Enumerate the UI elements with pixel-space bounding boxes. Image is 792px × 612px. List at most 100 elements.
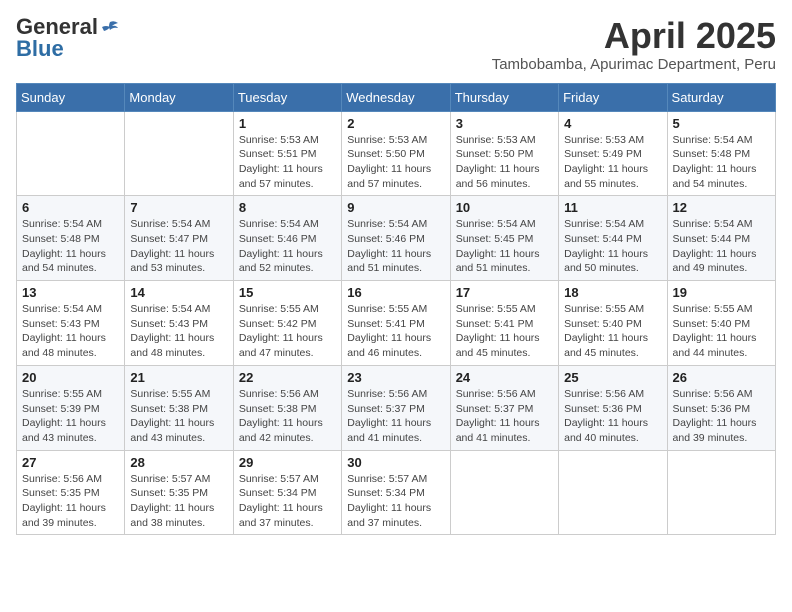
calendar-cell: 18 Sunrise: 5:55 AM Sunset: 5:40 PM Dayli… (559, 281, 667, 366)
calendar-cell: 4 Sunrise: 5:53 AM Sunset: 5:49 PM Daylig… (559, 111, 667, 196)
header: General Blue April 2025 Tambobamba, Apur… (16, 16, 776, 73)
day-info: Sunrise: 5:54 AM Sunset: 5:46 PM Dayligh… (347, 217, 444, 276)
location-title: Tambobamba, Apurimac Department, Peru (492, 56, 776, 73)
calendar-cell: 25Sunrise: 5:56 AM Sunset: 5:36 PM Dayli… (559, 365, 667, 450)
month-title: April 2025 (492, 16, 776, 56)
calendar-cell: 1 Sunrise: 5:53 AM Sunset: 5:51 PM Daylig… (233, 111, 341, 196)
day-info: Sunrise: 5:54 AM Sunset: 5:47 PM Dayligh… (130, 217, 227, 276)
day-info: Sunrise: 5:57 AM Sunset: 5:34 PM Dayligh… (239, 472, 336, 531)
calendar-week-row: 27 Sunrise: 5:56 AM Sunset: 5:35 PM Dayli… (17, 450, 776, 535)
day-number: 10 (456, 200, 553, 215)
day-number: 11 (564, 200, 661, 215)
calendar-week-row: 6 Sunrise: 5:54 AM Sunset: 5:48 PM Daylig… (17, 196, 776, 281)
day-info: Sunrise: 5:56 AM Sunset: 5:37 PM Dayligh… (347, 387, 444, 446)
day-number: 9 (347, 200, 444, 215)
day-number: 17 (456, 285, 553, 300)
day-info: Sunrise: 5:56 AM Sunset: 5:36 PM Dayligh… (673, 387, 770, 446)
day-number: 8 (239, 200, 336, 215)
day-number: 4 (564, 116, 661, 131)
calendar-header-saturday: Saturday (667, 83, 775, 111)
title-block: April 2025 Tambobamba, Apurimac Departme… (492, 16, 776, 73)
day-info: Sunrise: 5:56 AM Sunset: 5:37 PM Dayligh… (456, 387, 553, 446)
calendar-cell: 6 Sunrise: 5:54 AM Sunset: 5:48 PM Daylig… (17, 196, 125, 281)
day-number: 1 (239, 116, 336, 131)
day-number: 30 (347, 455, 444, 470)
day-info: Sunrise: 5:55 AM Sunset: 5:42 PM Dayligh… (239, 302, 336, 361)
calendar-cell: 30 Sunrise: 5:57 AM Sunset: 5:34 PM Dayli… (342, 450, 450, 535)
day-info: Sunrise: 5:53 AM Sunset: 5:50 PM Dayligh… (347, 133, 444, 192)
day-info: Sunrise: 5:54 AM Sunset: 5:48 PM Dayligh… (673, 133, 770, 192)
logo-bird-icon (100, 20, 118, 34)
day-info: Sunrise: 5:53 AM Sunset: 5:51 PM Dayligh… (239, 133, 336, 192)
calendar-cell (559, 450, 667, 535)
day-info: Sunrise: 5:57 AM Sunset: 5:35 PM Dayligh… (130, 472, 227, 531)
calendar-cell: 28Sunrise: 5:57 AM Sunset: 5:35 PM Dayli… (125, 450, 233, 535)
calendar-header-monday: Monday (125, 83, 233, 111)
calendar-cell: 17 Sunrise: 5:55 AM Sunset: 5:41 PM Dayli… (450, 281, 558, 366)
day-number: 25 (564, 370, 661, 385)
calendar-cell: 5 Sunrise: 5:54 AM Sunset: 5:48 PM Daylig… (667, 111, 775, 196)
day-info: Sunrise: 5:55 AM Sunset: 5:41 PM Dayligh… (347, 302, 444, 361)
day-info: Sunrise: 5:54 AM Sunset: 5:43 PM Dayligh… (22, 302, 119, 361)
calendar-header-friday: Friday (559, 83, 667, 111)
calendar-week-row: 1 Sunrise: 5:53 AM Sunset: 5:51 PM Daylig… (17, 111, 776, 196)
calendar-cell: 3 Sunrise: 5:53 AM Sunset: 5:50 PM Daylig… (450, 111, 558, 196)
day-number: 2 (347, 116, 444, 131)
calendar-header-thursday: Thursday (450, 83, 558, 111)
day-info: Sunrise: 5:53 AM Sunset: 5:50 PM Dayligh… (456, 133, 553, 192)
day-info: Sunrise: 5:55 AM Sunset: 5:39 PM Dayligh… (22, 387, 119, 446)
day-number: 7 (130, 200, 227, 215)
logo-general-text: General (16, 16, 98, 38)
calendar-cell: 2 Sunrise: 5:53 AM Sunset: 5:50 PM Daylig… (342, 111, 450, 196)
calendar-cell: 24 Sunrise: 5:56 AM Sunset: 5:37 PM Dayli… (450, 365, 558, 450)
day-number: 26 (673, 370, 770, 385)
day-number: 27 (22, 455, 119, 470)
day-info: Sunrise: 5:54 AM Sunset: 5:46 PM Dayligh… (239, 217, 336, 276)
day-number: 15 (239, 285, 336, 300)
day-number: 13 (22, 285, 119, 300)
calendar-cell: 11 Sunrise: 5:54 AM Sunset: 5:44 PM Dayli… (559, 196, 667, 281)
day-info: Sunrise: 5:54 AM Sunset: 5:43 PM Dayligh… (130, 302, 227, 361)
calendar-cell (450, 450, 558, 535)
calendar-cell: 8 Sunrise: 5:54 AM Sunset: 5:46 PM Daylig… (233, 196, 341, 281)
day-number: 3 (456, 116, 553, 131)
day-number: 29 (239, 455, 336, 470)
calendar-cell: 26 Sunrise: 5:56 AM Sunset: 5:36 PM Dayli… (667, 365, 775, 450)
calendar-cell: 15 Sunrise: 5:55 AM Sunset: 5:42 PM Dayli… (233, 281, 341, 366)
day-number: 6 (22, 200, 119, 215)
logo-blue-text: Blue (16, 38, 64, 60)
day-number: 23 (347, 370, 444, 385)
day-number: 14 (130, 285, 227, 300)
calendar-cell: 9 Sunrise: 5:54 AM Sunset: 5:46 PM Daylig… (342, 196, 450, 281)
day-info: Sunrise: 5:55 AM Sunset: 5:38 PM Dayligh… (130, 387, 227, 446)
calendar: SundayMondayTuesdayWednesdayThursdayFrid… (16, 83, 776, 536)
day-number: 20 (22, 370, 119, 385)
day-number: 21 (130, 370, 227, 385)
calendar-cell: 16 Sunrise: 5:55 AM Sunset: 5:41 PM Dayli… (342, 281, 450, 366)
day-info: Sunrise: 5:55 AM Sunset: 5:40 PM Dayligh… (673, 302, 770, 361)
calendar-cell: 21 Sunrise: 5:55 AM Sunset: 5:38 PM Dayli… (125, 365, 233, 450)
day-info: Sunrise: 5:54 AM Sunset: 5:48 PM Dayligh… (22, 217, 119, 276)
day-info: Sunrise: 5:55 AM Sunset: 5:41 PM Dayligh… (456, 302, 553, 361)
day-number: 24 (456, 370, 553, 385)
day-number: 12 (673, 200, 770, 215)
calendar-cell: 10 Sunrise: 5:54 AM Sunset: 5:45 PM Dayli… (450, 196, 558, 281)
calendar-cell: 22 Sunrise: 5:56 AM Sunset: 5:38 PM Dayli… (233, 365, 341, 450)
day-info: Sunrise: 5:54 AM Sunset: 5:44 PM Dayligh… (564, 217, 661, 276)
day-info: Sunrise: 5:56 AM Sunset: 5:38 PM Dayligh… (239, 387, 336, 446)
day-number: 5 (673, 116, 770, 131)
calendar-header-sunday: Sunday (17, 83, 125, 111)
day-number: 16 (347, 285, 444, 300)
day-info: Sunrise: 5:57 AM Sunset: 5:34 PM Dayligh… (347, 472, 444, 531)
calendar-header-wednesday: Wednesday (342, 83, 450, 111)
day-info: Sunrise: 5:54 AM Sunset: 5:45 PM Dayligh… (456, 217, 553, 276)
calendar-cell (125, 111, 233, 196)
calendar-cell: 23 Sunrise: 5:56 AM Sunset: 5:37 PM Dayli… (342, 365, 450, 450)
day-info: Sunrise: 5:53 AM Sunset: 5:49 PM Dayligh… (564, 133, 661, 192)
calendar-cell: 27 Sunrise: 5:56 AM Sunset: 5:35 PM Dayli… (17, 450, 125, 535)
calendar-cell: 12Sunrise: 5:54 AM Sunset: 5:44 PM Dayli… (667, 196, 775, 281)
day-number: 18 (564, 285, 661, 300)
day-number: 22 (239, 370, 336, 385)
day-info: Sunrise: 5:55 AM Sunset: 5:40 PM Dayligh… (564, 302, 661, 361)
day-info: Sunrise: 5:56 AM Sunset: 5:35 PM Dayligh… (22, 472, 119, 531)
